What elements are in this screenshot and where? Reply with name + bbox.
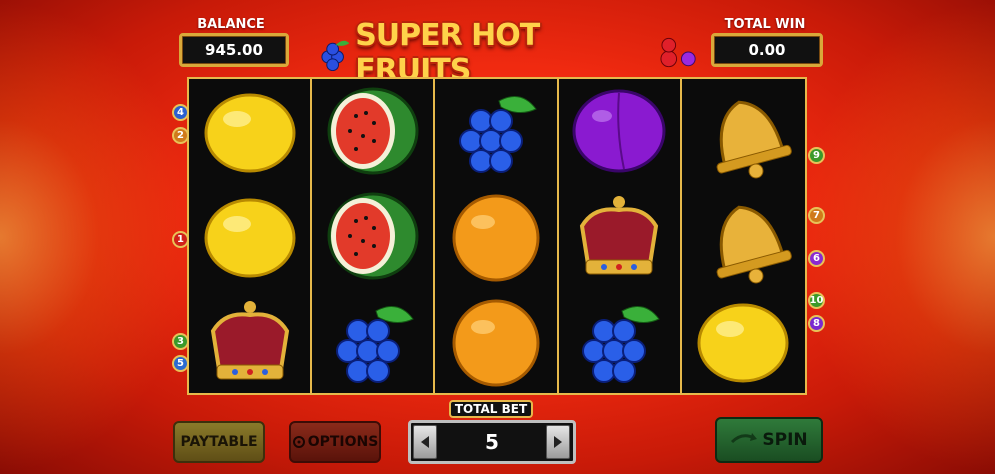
payline-marker-5: 5	[172, 355, 189, 372]
flames-left-decoration	[0, 0, 200, 474]
payline-marker-3: 3	[172, 333, 189, 350]
payline-marker-10: 10	[808, 292, 825, 309]
payline-marker-8: 8	[808, 315, 825, 332]
lemon-symbol-icon	[189, 184, 310, 289]
total-bet-value: 5	[485, 430, 499, 454]
payline-marker-2: 2	[172, 127, 189, 144]
reel-window	[187, 77, 807, 395]
reel-1	[189, 79, 313, 393]
payline-marker-6: 6	[808, 250, 825, 267]
crown-symbol-icon	[189, 288, 310, 393]
game-logo: SUPER HOT FRUITS	[318, 18, 698, 88]
reel-4	[559, 79, 682, 393]
reel-3	[435, 79, 559, 393]
lemon-symbol-icon	[682, 288, 805, 393]
flames-right-decoration	[795, 0, 995, 474]
cherries-logo-icon	[660, 37, 696, 68]
reel-2	[312, 79, 436, 393]
paytable-button[interactable]: PAYTABLE	[173, 421, 265, 463]
balance-value: 945.00	[179, 33, 289, 67]
options-button[interactable]: OPTIONS	[289, 421, 381, 463]
orange-symbol-icon	[435, 184, 556, 289]
reel-5	[682, 79, 805, 393]
spin-button[interactable]: SPIN	[715, 417, 823, 463]
bet-decrease-button[interactable]	[413, 425, 437, 459]
crown-symbol-icon	[559, 184, 680, 289]
payline-marker-1: 1	[172, 231, 189, 248]
options-label: OPTIONS	[307, 434, 379, 450]
payline-marker-7: 7	[808, 207, 825, 224]
lemon-symbol-icon	[189, 79, 310, 184]
arrow-left-icon	[421, 436, 429, 448]
bell-symbol-icon	[682, 184, 805, 289]
grapes-logo-icon	[321, 40, 350, 71]
orange-symbol-icon	[435, 288, 556, 393]
bet-increase-button[interactable]	[546, 425, 570, 459]
grapes-symbol-icon	[312, 288, 433, 393]
payline-marker-4: 4	[172, 104, 189, 121]
bell-symbol-icon	[682, 79, 805, 184]
total-win-value: 0.00	[711, 33, 823, 67]
plum-symbol-icon	[559, 79, 680, 184]
balance-label: BALANCE	[197, 17, 265, 32]
grapes-symbol-icon	[435, 79, 556, 184]
watermelon-symbol-icon	[312, 184, 433, 289]
watermelon-symbol-icon	[312, 79, 433, 184]
arrow-right-icon	[554, 436, 562, 448]
grapes-symbol-icon	[559, 288, 680, 393]
spin-arrow-icon	[731, 433, 758, 444]
total-win-label: TOTAL WIN	[724, 17, 806, 32]
spin-label: SPIN	[762, 430, 808, 450]
gear-icon	[292, 436, 305, 448]
payline-marker-9: 9	[808, 147, 825, 164]
total-bet-label: TOTAL BET	[449, 400, 533, 418]
